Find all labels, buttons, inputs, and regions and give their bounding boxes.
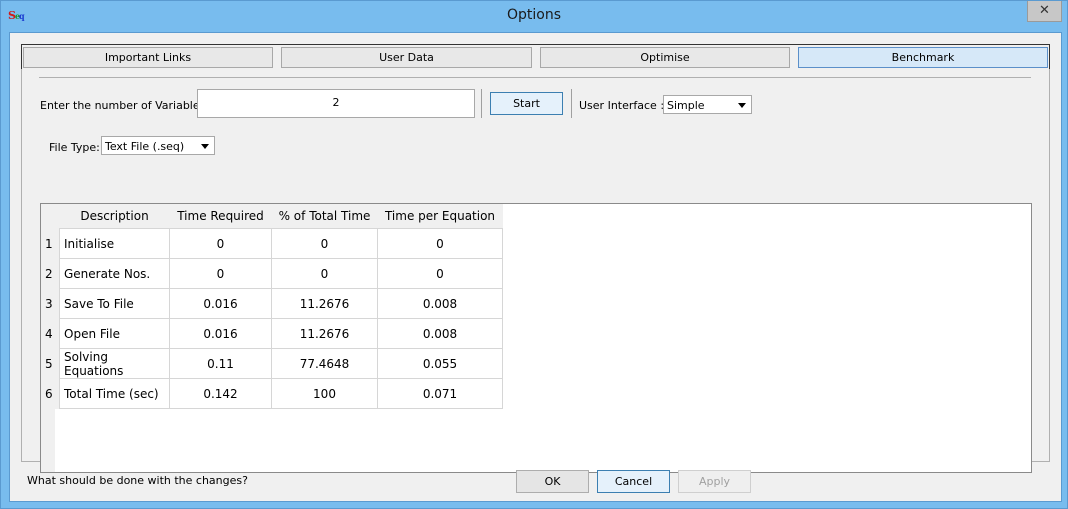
cell-time-required[interactable]: 0.016 [169, 318, 272, 349]
cell-time-per-equation[interactable]: 0.008 [377, 318, 503, 349]
variables-label: Enter the number of Variables : [40, 99, 213, 112]
benchmark-panel: Enter the number of Variables : 2 Start … [21, 69, 1050, 473]
header-row: Description Time Required % of Total Tim… [41, 204, 503, 229]
start-button[interactable]: Start [490, 92, 563, 115]
table-row[interactable]: 4 Open File 0.016 11.2676 0.008 [41, 318, 503, 349]
close-icon: ✕ [1039, 3, 1050, 18]
column-header-pct-total[interactable]: % of Total Time [271, 204, 378, 229]
cell-time-required[interactable]: 0.142 [169, 378, 272, 409]
column-header-description[interactable]: Description [59, 204, 170, 229]
row-number: 4 [41, 318, 60, 349]
cell-description[interactable]: Total Time (sec) [59, 378, 170, 409]
cell-pct-total[interactable]: 77.4648 [271, 348, 378, 379]
file-type-select[interactable]: Text File (.seq) [101, 136, 215, 155]
cell-description[interactable]: Initialise [59, 228, 170, 259]
cell-time-required[interactable]: 0 [169, 258, 272, 289]
cell-description[interactable]: Open File [59, 318, 170, 349]
file-type-label: File Type: [49, 141, 100, 154]
close-button[interactable]: ✕ [1027, 1, 1062, 22]
row-number: 6 [41, 378, 60, 409]
table-row[interactable]: 5 Solving Equations 0.11 77.4648 0.055 [41, 348, 503, 379]
cell-time-per-equation[interactable]: 0.055 [377, 348, 503, 379]
apply-button[interactable]: Apply [678, 470, 751, 493]
benchmark-table: Description Time Required % of Total Tim… [41, 204, 503, 409]
dialog-body: Important Links User Data Optimise Bench… [9, 32, 1062, 502]
title-bar[interactable]: Seq Options ✕ [1, 1, 1067, 32]
cell-pct-total[interactable]: 11.2676 [271, 318, 378, 349]
cell-pct-total[interactable]: 11.2676 [271, 288, 378, 319]
divider [571, 89, 572, 118]
user-interface-select[interactable]: Simple [663, 95, 752, 114]
row-number: 1 [41, 228, 60, 259]
variables-input[interactable]: 2 [197, 89, 475, 118]
options-window: Seq Options ✕ Important Links User Data … [0, 0, 1068, 509]
table-row[interactable]: 3 Save To File 0.016 11.2676 0.008 [41, 288, 503, 319]
cell-time-required[interactable]: 0.11 [169, 348, 272, 379]
cell-time-per-equation[interactable]: 0.008 [377, 288, 503, 319]
table-row[interactable]: 2 Generate Nos. 0 0 0 [41, 258, 503, 289]
divider [481, 89, 482, 118]
user-interface-value: Simple [667, 99, 705, 112]
tab-optimise[interactable]: Optimise [540, 47, 790, 68]
ok-button[interactable]: OK [516, 470, 589, 493]
cell-time-per-equation[interactable]: 0 [377, 258, 503, 289]
changes-question-label: What should be done with the changes? [27, 474, 248, 487]
cell-description[interactable]: Save To File [59, 288, 170, 319]
cell-description[interactable]: Generate Nos. [59, 258, 170, 289]
row-number: 2 [41, 258, 60, 289]
cell-time-required[interactable]: 0.016 [169, 288, 272, 319]
table-row[interactable]: 6 Total Time (sec) 0.142 100 0.071 [41, 378, 503, 409]
cell-pct-total[interactable]: 0 [271, 228, 378, 259]
table-row[interactable]: 1 Initialise 0 0 0 [41, 228, 503, 259]
row-number: 5 [41, 348, 60, 379]
column-header-time-required[interactable]: Time Required [169, 204, 272, 229]
window-title: Options [506, 7, 562, 23]
cell-time-per-equation[interactable]: 0 [377, 228, 503, 259]
tab-strip: Important Links User Data Optimise Bench… [21, 44, 1050, 70]
file-type-value: Text File (.seq) [105, 140, 185, 153]
chevron-down-icon [201, 144, 209, 149]
user-interface-label: User Interface : [579, 99, 665, 112]
tab-user-data[interactable]: User Data [281, 47, 532, 68]
divider [39, 77, 1031, 78]
benchmark-grid: Description Time Required % of Total Tim… [40, 203, 1032, 473]
cell-time-per-equation[interactable]: 0.071 [377, 378, 503, 409]
row-number: 3 [41, 288, 60, 319]
corner-cell [41, 204, 60, 229]
tab-benchmark[interactable]: Benchmark [798, 47, 1048, 68]
cell-pct-total[interactable]: 100 [271, 378, 378, 409]
tab-important-links[interactable]: Important Links [23, 47, 273, 68]
chevron-down-icon [738, 103, 746, 108]
column-header-time-per-equation[interactable]: Time per Equation [377, 204, 503, 229]
cell-pct-total[interactable]: 0 [271, 258, 378, 289]
cell-description[interactable]: Solving Equations [59, 348, 170, 379]
cancel-button[interactable]: Cancel [597, 470, 670, 493]
cell-time-required[interactable]: 0 [169, 228, 272, 259]
